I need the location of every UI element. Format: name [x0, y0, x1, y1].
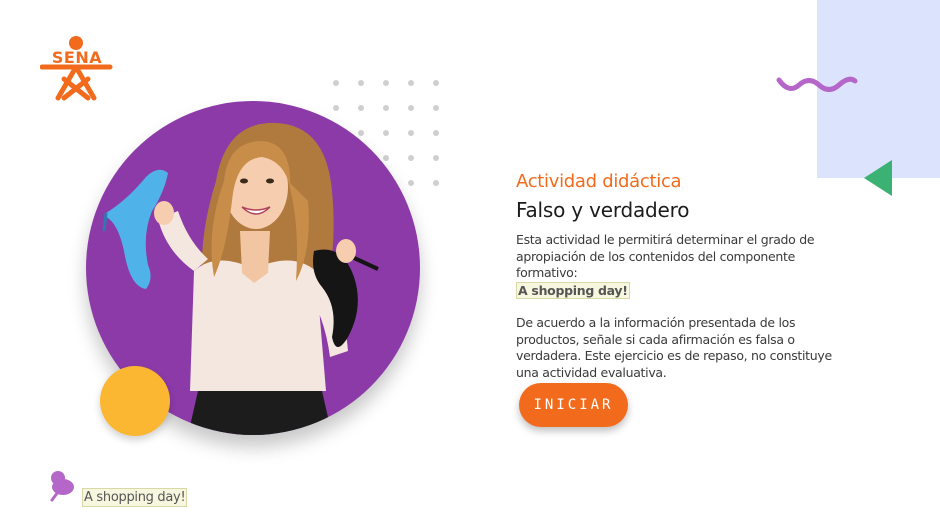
dot — [433, 80, 439, 86]
triangle-decoration-icon — [864, 160, 892, 196]
dot — [408, 80, 414, 86]
sena-logo: SENA — [39, 34, 114, 104]
dot — [433, 105, 439, 111]
activity-description: Actividad didáctica Falso y verdadero Es… — [516, 170, 856, 397]
accent-circle — [100, 366, 170, 436]
dot — [433, 180, 439, 186]
pushpin-icon — [50, 471, 74, 502]
instructions-paragraph: De acuerdo a la información presentada d… — [516, 315, 832, 380]
topic-tag: A shopping day! — [82, 488, 188, 507]
intro-paragraph: Esta actividad le permitirá determinar e… — [516, 232, 856, 299]
wave-squiggle-icon — [776, 76, 858, 92]
activity-kicker: Actividad didáctica — [516, 171, 682, 192]
dot — [433, 155, 439, 161]
dot — [433, 130, 439, 136]
start-button[interactable]: INICIAR — [519, 383, 628, 427]
dot — [333, 80, 339, 86]
logo-text: SENA — [51, 48, 103, 67]
sena-logo-icon — [39, 36, 113, 101]
intro-text: Esta actividad le permitirá determinar e… — [516, 232, 815, 280]
activity-title: Falso y verdadero — [516, 198, 690, 222]
activity-slide: SENA Actividad didáctica Falso y verdade… — [0, 0, 940, 528]
dot — [358, 80, 364, 86]
topic-highlight: A shopping day! — [516, 281, 630, 299]
dot — [383, 80, 389, 86]
